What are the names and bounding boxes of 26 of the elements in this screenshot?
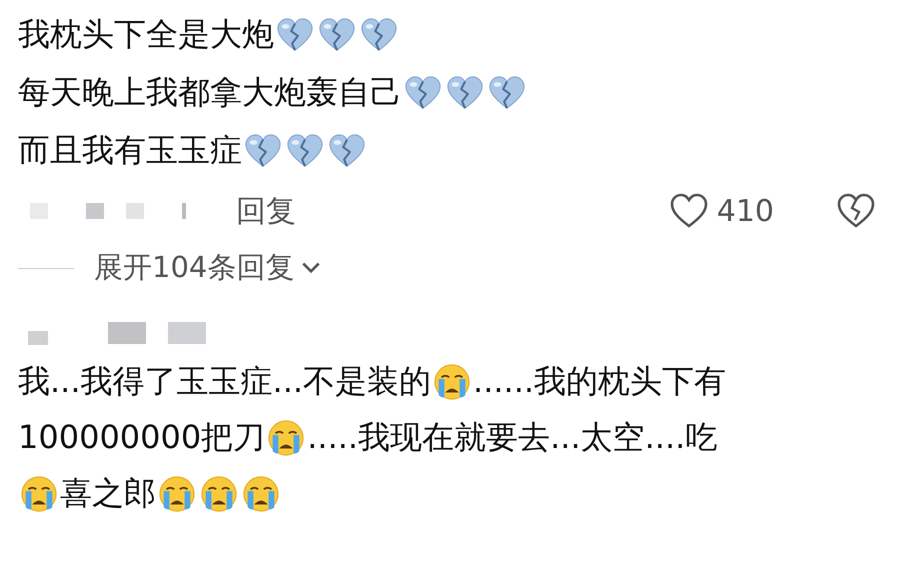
comment-text: 而且我有玉玉症 [18, 130, 242, 171]
redacted-block [126, 203, 144, 219]
crying-face-icon [20, 475, 58, 513]
redacted-block [28, 331, 48, 345]
redacted-block [182, 203, 186, 219]
reply-button[interactable]: 回复 [236, 190, 296, 232]
comment-text: 100000000把刀 [18, 417, 266, 458]
comment-text: 我...我得了玉玉症...不是装的 [18, 361, 432, 402]
redacted-block [86, 203, 104, 219]
expand-replies-button[interactable]: 展开104条回复 [94, 248, 322, 288]
like-count: 410 [716, 194, 774, 228]
chevron-down-icon [300, 260, 322, 276]
crying-face-icon [158, 475, 196, 513]
crying-face-icon [242, 475, 280, 513]
crying-face-icon [433, 363, 472, 401]
comment-text: ......我的枕头下有 [473, 361, 726, 402]
comment-text: .....我现在就要去...太空....吃 [307, 417, 718, 458]
redacted-block [168, 322, 206, 344]
crying-face-icon [267, 419, 306, 457]
comment-text: 每天晚上我都拿大炮轰自己 [18, 72, 402, 113]
redacted-block [108, 322, 146, 344]
broken-heart-icon[interactable] [836, 193, 876, 229]
comment-text: 喜之郎 [60, 473, 156, 514]
heart-icon[interactable] [668, 193, 709, 229]
crying-face-icon [200, 475, 238, 513]
comment-text: 我枕头下全是大炮 [18, 14, 274, 55]
